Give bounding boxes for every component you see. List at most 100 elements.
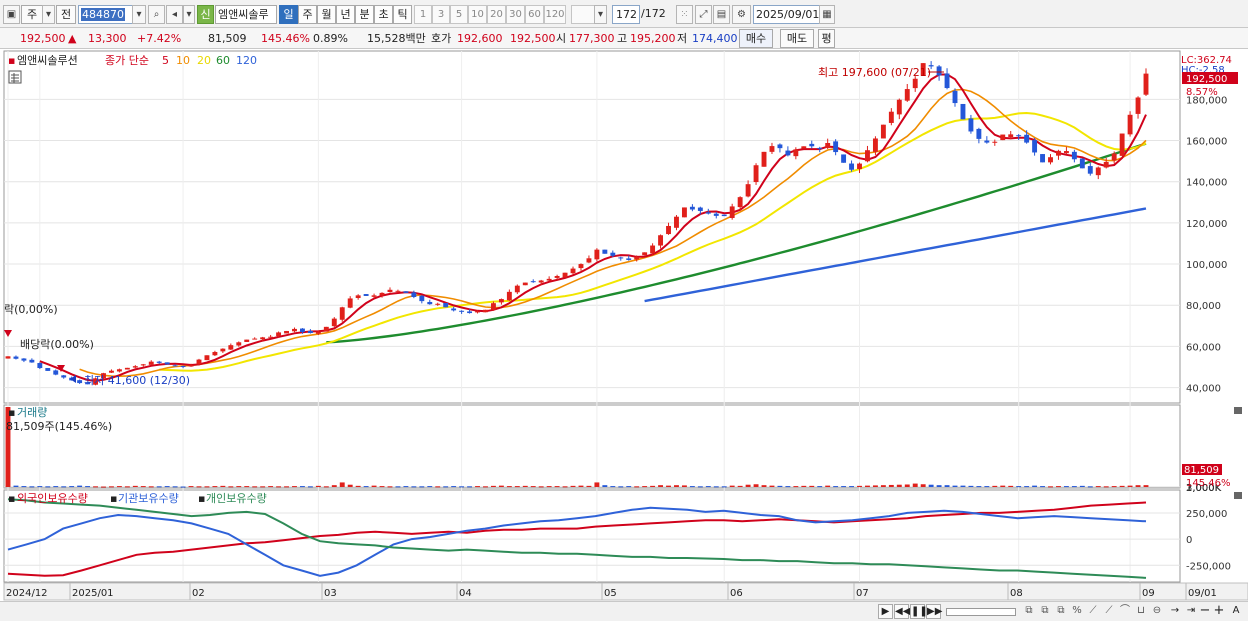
candle-body [244,339,250,342]
candle-body [729,206,735,218]
price-tick-label: 80,000 [1186,301,1221,312]
volume-bar [490,485,496,487]
prev-button[interactable]: 전 [56,5,76,24]
volume-bar [785,486,791,488]
auto-scale-icon[interactable]: A [1229,604,1243,619]
price-pane[interactable] [3,50,1181,404]
search-icon[interactable]: ⌕ [148,5,165,24]
period-tab[interactable]: 틱 [393,5,412,24]
interval-tab[interactable]: 30 [506,5,525,24]
date-input[interactable]: 2025/09/01 [753,5,821,24]
chevron-down-icon[interactable]: ▾ [42,5,55,24]
chart-type-icon[interactable]: ⧉ [1054,604,1068,619]
volume-bar [928,484,934,487]
grid-icon[interactable]: ⁙ [676,5,693,24]
volume-bar [658,485,664,487]
stock-chart[interactable]: 180,000160,000140,000120,000100,00080,00… [0,50,1248,601]
volume-bar [268,486,274,488]
candle-body [1000,134,1006,141]
bars-icon[interactable]: ⊔ [1134,604,1148,619]
draw-tool-icon[interactable]: ⟋ [1102,604,1116,619]
trend-icon[interactable]: ⌒ [1118,604,1132,619]
play-icon[interactable]: ▶ [878,604,893,619]
interval-tab[interactable]: 1 [414,5,432,24]
candle-body [331,318,337,327]
candle-body [1087,166,1093,174]
interval-tab[interactable]: 10 [468,5,487,24]
sell-button[interactable]: 매도 [780,29,814,48]
pause-icon[interactable]: ❚❚ [910,604,928,619]
candle-body [164,362,170,365]
candle-body [689,206,695,210]
scroll-slider[interactable] [946,608,1016,616]
candle-body [658,235,664,246]
last-price-tag-text: 192,500 [1186,74,1227,85]
holders-pane[interactable] [3,489,1181,583]
gear-icon[interactable]: ⚙ [732,5,751,24]
zoom-fit-icon[interactable]: ⧉ [1022,604,1036,619]
chart-area[interactable]: 180,000 160,000 140,000 120,000 100,000 80,00… [0,50,1248,601]
volume-bar [626,486,632,488]
volume-bar [483,486,488,488]
buy-button[interactable]: 매수 [739,29,773,48]
period-tab[interactable]: 초 [374,5,393,24]
volume-pane[interactable] [3,404,1181,489]
candle-body [490,303,496,310]
save-icon[interactable]: ▤ [713,5,730,24]
interval-tab[interactable]: 5 [450,5,468,24]
volume-pane-close-icon[interactable] [1234,407,1242,414]
count-input[interactable]: 172 [612,5,640,24]
window-icon[interactable]: ▣ [3,5,20,24]
arrow-right-icon[interactable]: → [1168,604,1182,619]
code-dropdown-icon[interactable]: ▾ [132,5,146,24]
candle-body [53,370,59,375]
volume-bar [475,486,480,488]
interval-tab[interactable]: 3 [432,5,450,24]
eval-button[interactable]: 평 [818,29,835,48]
speaker-dropdown-icon[interactable]: ▾ [183,5,195,24]
candle-body [737,197,743,208]
candle-body [387,289,393,292]
fast-forward-icon[interactable]: ▶▶ [926,604,942,619]
candle-body [976,128,982,139]
minus-icon[interactable]: − [1199,604,1211,619]
zoom-out-icon[interactable]: ⊖ [1150,604,1164,619]
turnover-ratio: 0.89% [313,32,348,45]
zoom-range-icon[interactable]: ⧉ [1038,604,1052,619]
volume-bar [427,486,433,488]
crosshair-icon[interactable]: ⤢ [695,5,712,24]
candle-body [697,207,703,211]
period-tab[interactable]: 주 [298,5,317,24]
candle-body [395,290,401,292]
percent-icon[interactable]: % [1070,604,1084,619]
volume-bar [1056,486,1061,488]
scroll-end-icon[interactable]: ⇥ [1184,604,1198,619]
interval-dropdown-icon[interactable]: ▾ [594,5,607,24]
candle-body [578,264,584,269]
price-tick-label: 120,000 [1186,219,1227,230]
period-tab[interactable]: 년 [336,5,355,24]
candle-body [443,302,449,308]
volume-bar [976,486,982,488]
period-main-select[interactable]: 주 [21,5,43,24]
interval-tab[interactable]: 60 [525,5,544,24]
rewind-icon[interactable]: ◀◀ [894,604,910,619]
interval-tab[interactable]: 20 [487,5,506,24]
speaker-icon[interactable]: ◂ [166,5,183,24]
holders-pane-close-icon[interactable] [1234,492,1242,499]
bid-price: 192,600 [457,32,503,45]
period-tab[interactable]: 월 [317,5,336,24]
calendar-icon[interactable]: ▦ [819,5,835,24]
plus-icon[interactable]: + [1213,604,1225,619]
period-tab[interactable]: 분 [355,5,374,24]
candle-body [825,143,831,148]
candle-body [1071,151,1077,160]
holders-tick-label: -250,000 [1186,561,1231,572]
stock-name-field[interactable]: 엠앤씨솔루 [215,5,277,24]
legend-ma-5: 5 [162,54,169,67]
last-volume-tag-text: 81,509 [1184,465,1219,476]
draw-line-icon[interactable]: ⟋ [1086,604,1100,619]
period-tab[interactable]: 일 [279,5,298,24]
interval-tab[interactable]: 120 [544,5,566,24]
candle-body [1040,154,1045,163]
